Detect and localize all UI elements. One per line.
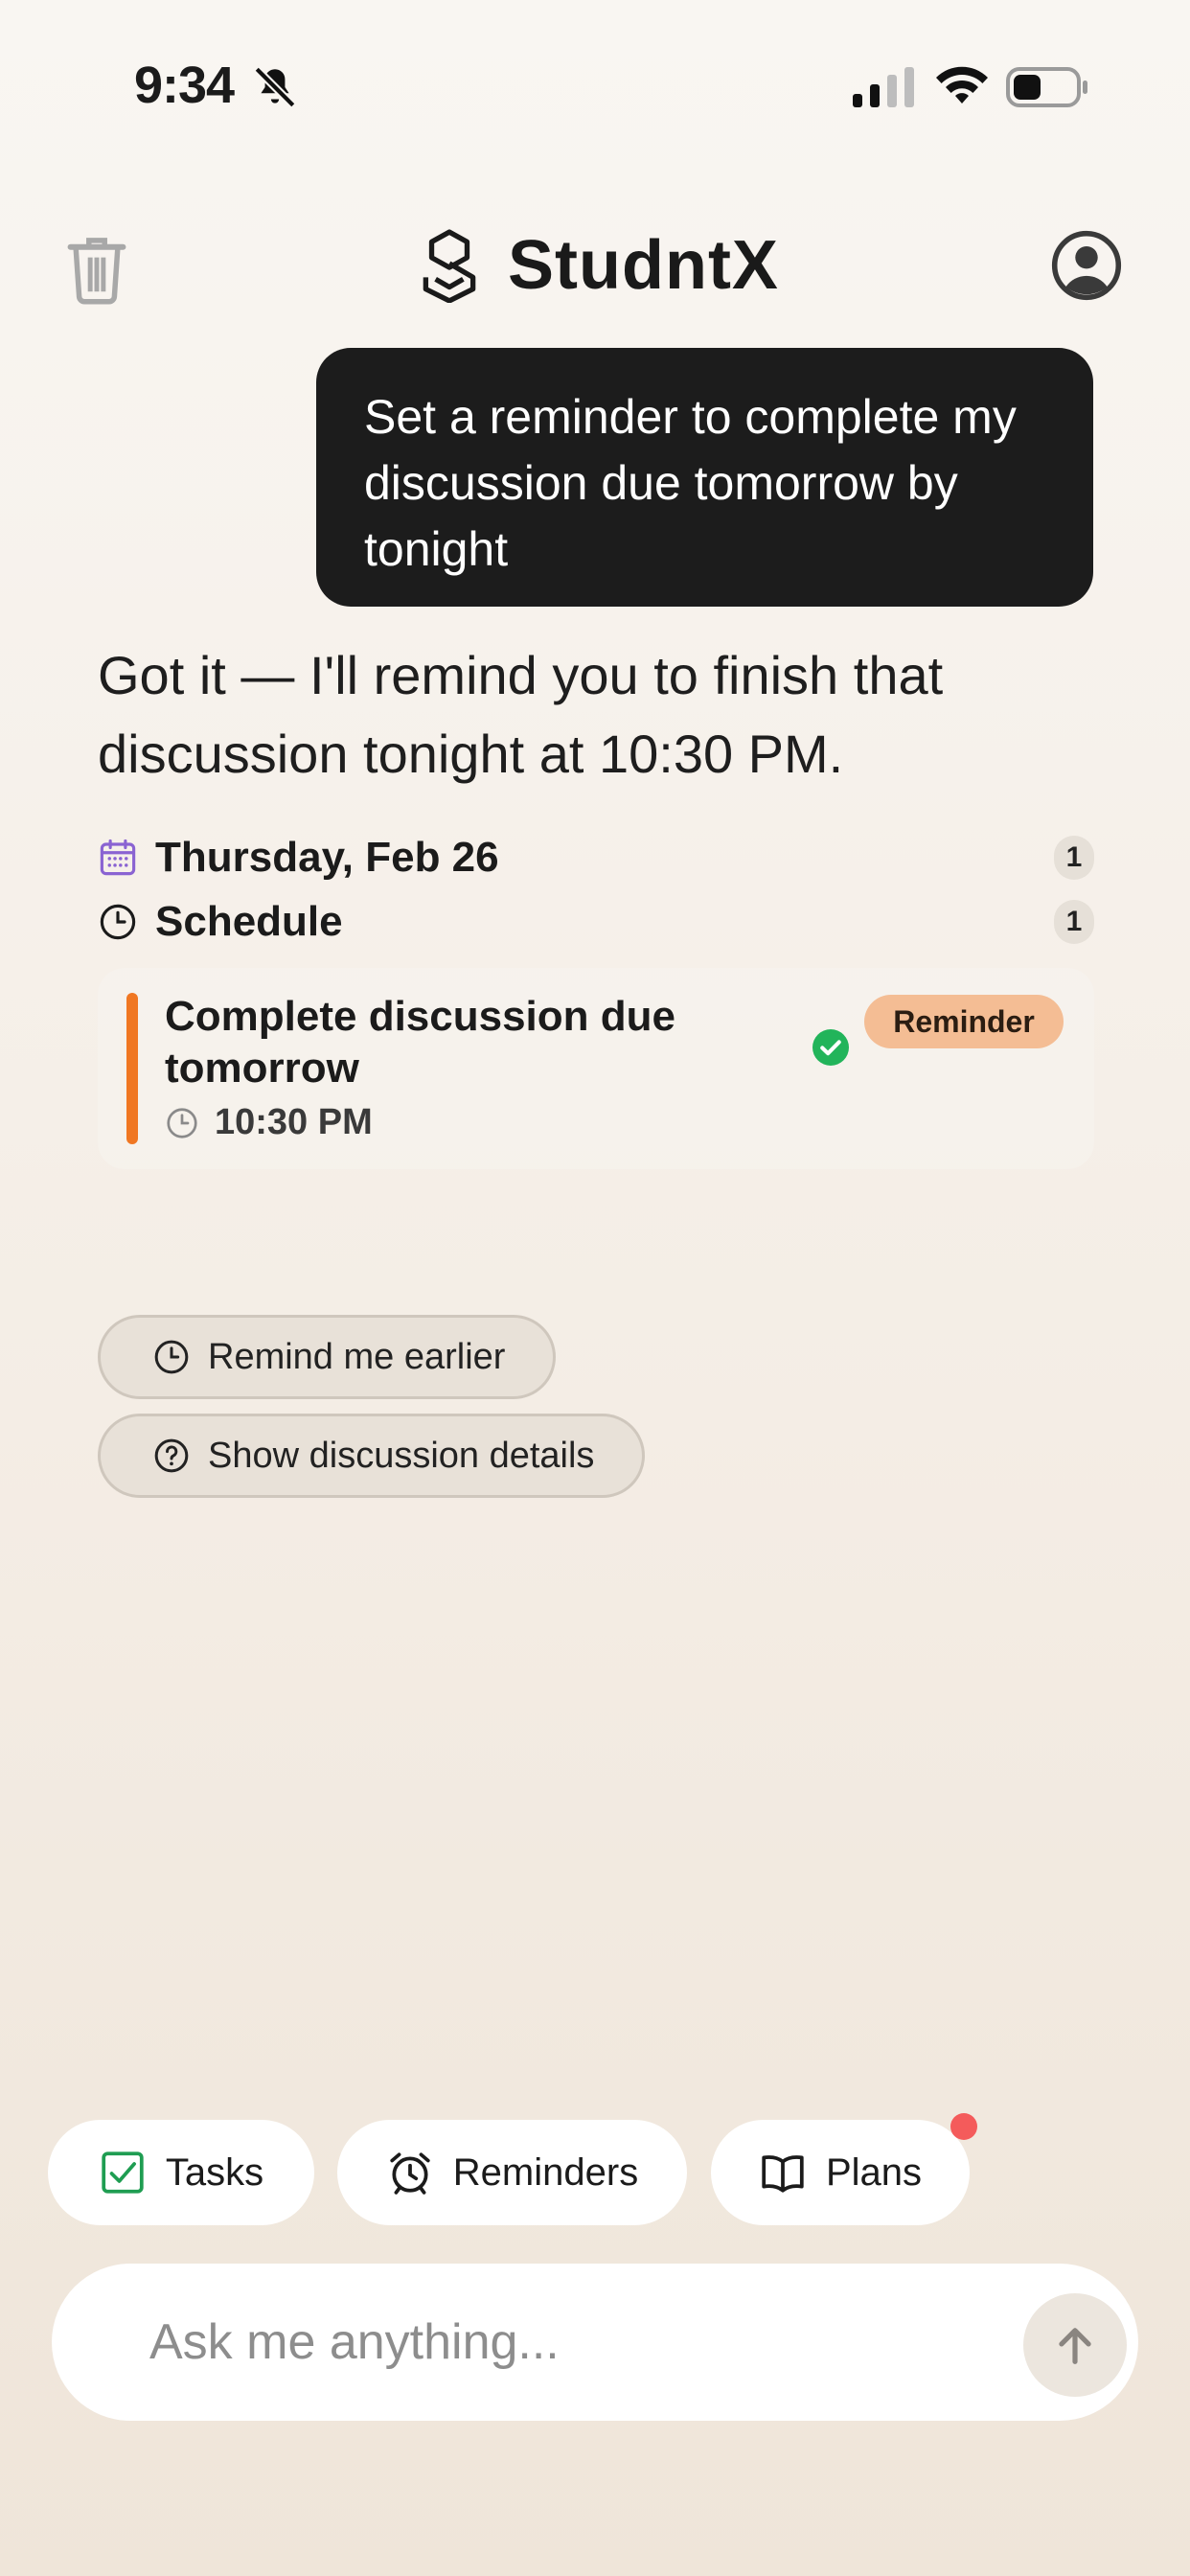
event-time-row: 10:30 PM	[165, 1102, 373, 1143]
suggestion-label: Remind me earlier	[208, 1336, 506, 1377]
clock-icon	[167, 1107, 197, 1138]
logo-icon	[423, 229, 476, 303]
app-name: StudntX	[508, 227, 779, 304]
schedule-header: Schedule 1	[98, 898, 1094, 946]
alarm-clock-icon	[390, 2152, 430, 2195]
event-title: Complete discussion due tomorrow	[165, 993, 675, 1092]
plans-notification-dot	[950, 2113, 977, 2140]
suggestion-show-details[interactable]: Show discussion details	[98, 1414, 646, 1498]
calendar-icon	[100, 839, 136, 876]
tasks-button[interactable]: Tasks	[48, 2120, 314, 2225]
suggestion-label: Show discussion details	[208, 1435, 595, 1476]
wifi-icon	[936, 66, 988, 104]
date-count-badge: 1	[1054, 836, 1094, 880]
reminder-tag: Reminder	[864, 995, 1064, 1048]
tasks-label: Tasks	[165, 2150, 264, 2194]
clock-icon	[100, 904, 136, 940]
checkbox-icon	[102, 2151, 144, 2194]
plans-button[interactable]: Plans	[711, 2120, 970, 2225]
check-circle-icon	[812, 1029, 849, 1066]
date-header: Thursday, Feb 26 1	[98, 834, 1094, 882]
status-time: 9:34	[134, 57, 235, 114]
bell-slash-icon	[254, 66, 296, 108]
clock-icon	[154, 1340, 189, 1374]
cellular-signal-icon	[853, 67, 914, 107]
book-icon	[762, 2155, 804, 2193]
suggestion-remind-earlier[interactable]: Remind me earlier	[98, 1315, 557, 1399]
profile-icon[interactable]	[1051, 230, 1122, 301]
ask-input[interactable]	[149, 2302, 993, 2382]
app-logo: StudntX	[420, 226, 779, 305]
question-circle-icon	[154, 1438, 189, 1473]
arrow-up-icon	[1059, 2328, 1091, 2364]
send-button[interactable]	[1023, 2293, 1127, 2397]
schedule-label: Schedule	[155, 898, 343, 945]
trash-icon[interactable]	[65, 234, 128, 305]
reminders-button[interactable]: Reminders	[337, 2120, 687, 2225]
event-time: 10:30 PM	[215, 1102, 373, 1142]
reminders-label: Reminders	[452, 2150, 639, 2194]
event-accent-bar	[126, 993, 138, 1144]
plans-label: Plans	[825, 2150, 923, 2194]
battery-icon	[1006, 67, 1087, 107]
date-label: Thursday, Feb 26	[155, 834, 499, 881]
assistant-message: Got it — I'll remind you to finish that …	[98, 645, 944, 784]
schedule-count-badge: 1	[1054, 900, 1094, 944]
user-message-bubble: Set a reminder to complete my discussion…	[316, 348, 1093, 607]
